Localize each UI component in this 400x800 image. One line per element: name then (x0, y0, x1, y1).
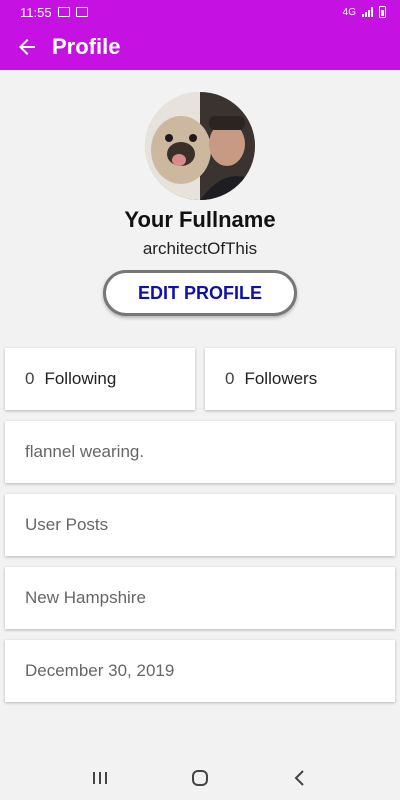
bio-text: flannel wearing. (25, 442, 145, 461)
following-count: 0 (25, 369, 35, 388)
user-posts-label: User Posts (25, 515, 109, 534)
status-time: 11:55 (20, 4, 52, 20)
followers-count: 0 (225, 369, 235, 388)
arrow-left-icon (19, 39, 35, 55)
app-bar: Profile (0, 24, 400, 70)
status-bar: 11:55 4G (0, 0, 400, 24)
profile-username: architectOfThis (142, 239, 258, 258)
avatar-photo (145, 92, 255, 200)
recents-icon (93, 772, 107, 784)
edit-profile-button[interactable]: EDIT PROFILE (103, 270, 297, 316)
status-right: 4G (343, 6, 386, 18)
joined-date-text: December 30, 2019 (25, 661, 175, 680)
location-text: New Hampshire (25, 588, 146, 607)
following-label: Following (44, 369, 117, 388)
avatar (145, 92, 255, 200)
home-button[interactable] (180, 758, 220, 798)
bio-card: flannel wearing. (5, 421, 395, 483)
followers-card[interactable]: 0 Followers (205, 348, 395, 410)
followers-label: Followers (244, 369, 318, 388)
location-card: New Hampshire (5, 567, 395, 629)
user-posts-card[interactable]: User Posts (5, 494, 395, 556)
chevron-left-icon (294, 770, 304, 786)
battery-icon (379, 6, 386, 18)
status-left: 11:55 (20, 5, 88, 20)
back-button[interactable] (12, 32, 42, 62)
nav-back-button[interactable] (280, 758, 320, 798)
system-nav-bar (0, 756, 400, 800)
profile-content: Your Fullname architectOfThis EDIT PROFI… (0, 70, 400, 756)
joined-date-card: December 30, 2019 (5, 640, 395, 702)
image-icon (75, 7, 88, 17)
page-title: Profile (52, 34, 121, 59)
recents-button[interactable] (80, 758, 120, 798)
home-icon (192, 770, 208, 786)
profile-fullname: Your Fullname (124, 207, 276, 232)
mail-icon (57, 7, 70, 17)
following-card[interactable]: 0 Following (5, 348, 195, 410)
signal-icon (362, 7, 373, 17)
network-type: 4G (342, 6, 356, 18)
